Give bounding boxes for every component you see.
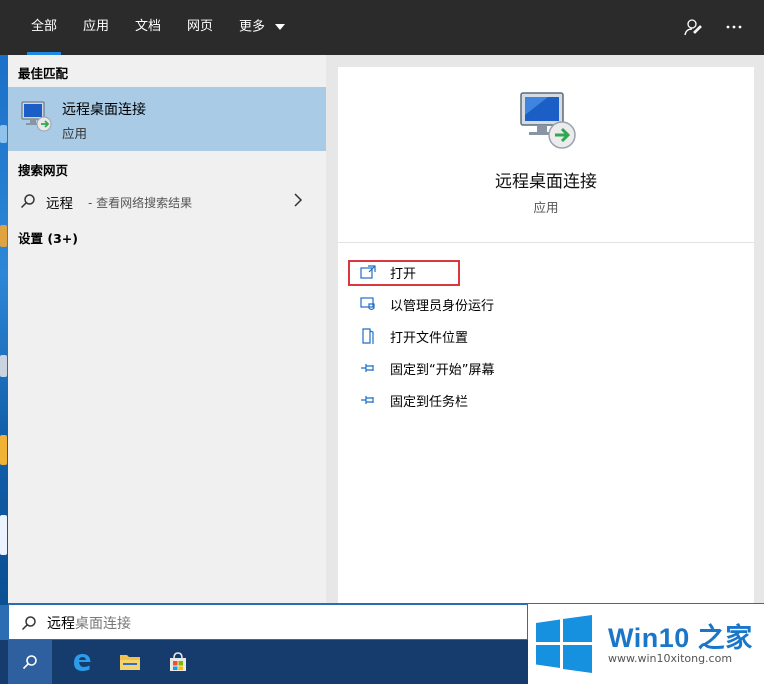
taskbar-store-button[interactable]: [154, 640, 202, 684]
edge-icon: [71, 651, 93, 677]
remote-desktop-icon: [20, 99, 52, 133]
open-file-location-label: 打开文件位置: [390, 331, 469, 346]
best-match-title: 远程桌面连接: [62, 102, 146, 118]
run-as-admin-label: 以管理员身份运行: [390, 299, 495, 314]
taskbar: [0, 640, 528, 684]
file-explorer-icon: [119, 652, 141, 676]
taskbar-search-button[interactable]: [8, 640, 52, 684]
tab-documents[interactable]: 文档: [135, 0, 161, 55]
ellipsis-icon[interactable]: [724, 17, 744, 37]
pin-to-taskbar-label: 固定到任务栏: [390, 395, 469, 410]
results-pane: 最佳匹配 远程桌面连接 应用 搜索网页 远程 - 查看网络搜索结果 设置 (3+…: [8, 55, 326, 603]
taskbar-file-explorer-button[interactable]: [106, 640, 154, 684]
search-typed-text: 远程: [47, 616, 75, 632]
watermark: Win10 之家 www.win10xitong.com: [528, 604, 764, 684]
watermark-url: www.win10xitong.com: [608, 652, 733, 665]
open-highlight-frame: [348, 260, 460, 286]
settings-heading[interactable]: 设置 (3+): [18, 228, 78, 247]
best-match-heading: 最佳匹配: [18, 66, 69, 81]
desktop-background: [0, 55, 8, 605]
tab-more-label: 更多: [239, 19, 266, 35]
tab-all[interactable]: 全部: [26, 0, 62, 55]
tab-web[interactable]: 网页: [187, 0, 213, 55]
detail-card: 远程桌面连接 应用 打开 以管理员身份运行 打开文件位置 固定到“开始”屏幕 固…: [338, 67, 754, 603]
search-icon: [21, 615, 37, 631]
tab-more[interactable]: 更多: [239, 0, 286, 55]
pin-icon: [360, 360, 376, 376]
pin-icon: [360, 392, 376, 408]
best-match-item[interactable]: 远程桌面连接 应用: [8, 87, 326, 151]
file-location-icon: [360, 328, 376, 344]
run-as-admin-action[interactable]: 以管理员身份运行: [350, 290, 650, 318]
search-input[interactable]: 远程桌面连接: [47, 613, 131, 633]
web-search-result[interactable]: 远程 - 查看网络搜索结果: [8, 185, 326, 217]
shield-icon: [360, 296, 376, 312]
app-title: 远程桌面连接: [495, 172, 597, 192]
feedback-icon[interactable]: [682, 17, 702, 37]
store-icon: [167, 651, 189, 677]
open-file-location-action[interactable]: 打开文件位置: [350, 322, 650, 350]
pin-to-taskbar-action[interactable]: 固定到任务栏: [350, 386, 650, 414]
remote-desktop-icon: [518, 89, 578, 151]
pin-to-start-label: 固定到“开始”屏幕: [390, 363, 495, 378]
chevron-down-icon: [275, 0, 286, 54]
search-suggestion: 桌面连接: [75, 616, 131, 632]
windows-logo-icon: [534, 614, 594, 674]
best-match-subtitle: 应用: [62, 126, 88, 141]
chevron-right-icon[interactable]: [290, 192, 306, 208]
taskbar-edge-button[interactable]: [58, 640, 106, 684]
watermark-brand: Win10 之家: [608, 623, 753, 653]
search-box[interactable]: 远程桌面连接: [8, 604, 528, 640]
app-type: 应用: [533, 200, 559, 215]
web-search-query: 远程: [46, 196, 73, 212]
divider: [338, 242, 754, 243]
search-icon: [20, 193, 36, 209]
pin-to-start-action[interactable]: 固定到“开始”屏幕: [350, 354, 650, 382]
web-search-heading: 搜索网页: [18, 163, 69, 178]
tab-apps[interactable]: 应用: [83, 0, 109, 55]
search-scope-tabs: 全部 应用 文档 网页 更多: [0, 0, 764, 55]
web-search-hint: - 查看网络搜索结果: [88, 196, 193, 210]
search-icon: [22, 654, 38, 674]
